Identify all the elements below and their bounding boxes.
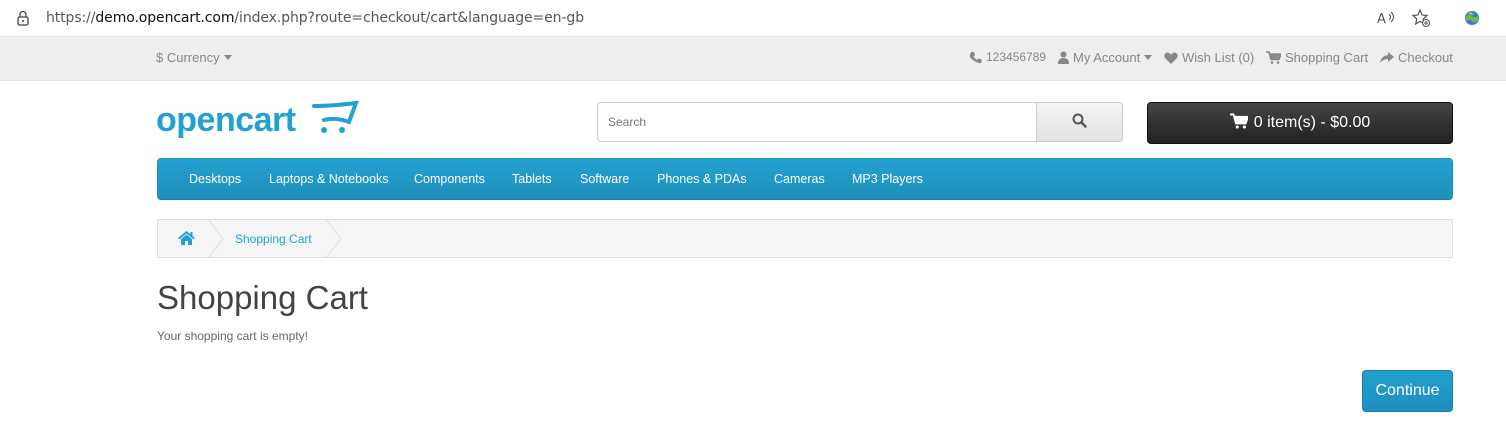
opencart-logo[interactable]: opencart bbox=[156, 100, 360, 142]
menu-item-mp3-players[interactable]: MP3 Players bbox=[852, 172, 923, 186]
menu-item-cameras[interactable]: Cameras bbox=[774, 172, 825, 186]
wish-list-link[interactable]: Wish List (0) bbox=[1164, 50, 1254, 65]
cart-icon bbox=[1266, 51, 1281, 64]
cart-button[interactable]: 0 item(s) - $0.00 bbox=[1147, 102, 1453, 144]
search-input[interactable] bbox=[597, 102, 1037, 142]
cart-icon bbox=[1229, 112, 1250, 134]
home-icon[interactable] bbox=[178, 231, 195, 248]
my-account-label: My Account bbox=[1073, 50, 1141, 65]
checkout-link[interactable]: Checkout bbox=[1380, 50, 1453, 65]
svg-text:A: A bbox=[1377, 12, 1386, 27]
phone-number: 123456789 bbox=[986, 50, 1047, 64]
url-field[interactable]: https://demo.opencart.com/index.php?rout… bbox=[46, 10, 584, 26]
search-icon bbox=[1072, 113, 1087, 131]
logo-text: opencart bbox=[156, 101, 296, 139]
phone-link[interactable]: 123456789 bbox=[969, 50, 1046, 64]
shopping-cart-link[interactable]: Shopping Cart bbox=[1266, 50, 1368, 65]
browser-address-bar: https://demo.opencart.com/index.php?rout… bbox=[0, 0, 1506, 37]
menu-item-laptops-notebooks[interactable]: Laptops & Notebooks bbox=[269, 172, 389, 186]
continue-button[interactable]: Continue bbox=[1362, 370, 1453, 412]
menu-item-desktops[interactable]: Desktops bbox=[189, 172, 241, 186]
menu-item-phones-pdas[interactable]: Phones & PDAs bbox=[657, 172, 747, 186]
checkout-label: Checkout bbox=[1398, 50, 1453, 65]
share-icon bbox=[1380, 51, 1394, 64]
menu-item-tablets[interactable]: Tablets bbox=[512, 172, 552, 186]
wish-list-label: Wish List (0) bbox=[1182, 50, 1255, 65]
breadcrumb: Shopping Cart bbox=[157, 219, 1453, 258]
main-menu: Desktops Laptops & Notebooks Components … bbox=[157, 158, 1453, 200]
lock-icon[interactable] bbox=[14, 9, 32, 27]
phone-icon bbox=[969, 51, 982, 64]
extension-icon[interactable] bbox=[1462, 8, 1482, 28]
caret-down-icon bbox=[223, 54, 232, 61]
breadcrumb-separator bbox=[326, 219, 342, 258]
user-icon bbox=[1058, 51, 1069, 64]
heart-icon bbox=[1164, 51, 1178, 64]
breadcrumb-separator bbox=[208, 219, 224, 258]
top-bar: $ Currency 123456789 My Account Wish Lis… bbox=[0, 37, 1506, 81]
menu-item-software[interactable]: Software bbox=[580, 172, 629, 186]
breadcrumb-shopping-cart[interactable]: Shopping Cart bbox=[235, 232, 312, 246]
cart-button-label: 0 item(s) - $0.00 bbox=[1253, 114, 1371, 131]
my-account-dropdown[interactable]: My Account bbox=[1058, 50, 1153, 65]
menu-item-components[interactable]: Components bbox=[414, 172, 485, 186]
empty-cart-message: Your shopping cart is empty! bbox=[157, 329, 308, 343]
search-button[interactable] bbox=[1036, 102, 1123, 142]
currency-dropdown[interactable]: $ Currency bbox=[156, 50, 232, 65]
caret-down-icon bbox=[1144, 54, 1153, 61]
favorites-icon[interactable] bbox=[1411, 8, 1431, 28]
shopping-cart-label: Shopping Cart bbox=[1285, 50, 1369, 65]
page-title: Shopping Cart bbox=[157, 279, 368, 316]
read-aloud-icon[interactable]: A bbox=[1376, 8, 1396, 28]
search-group bbox=[597, 102, 1123, 142]
currency-label: $ Currency bbox=[156, 50, 220, 65]
